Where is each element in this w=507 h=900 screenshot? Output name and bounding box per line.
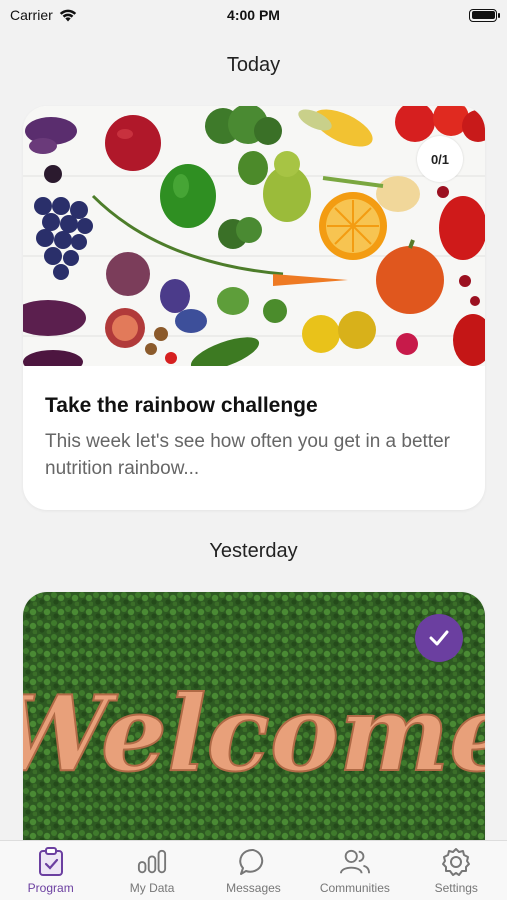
tab-messages[interactable]: Messages	[203, 847, 303, 895]
status-bar: Carrier 4:00 PM	[0, 0, 507, 30]
card-description: This week let's see how often you get in…	[45, 431, 450, 479]
tab-program[interactable]: Program	[1, 847, 101, 895]
section-label-yesterday: Yesterday	[209, 540, 298, 562]
tab-label-communities: Communities	[319, 881, 390, 895]
tab-communities[interactable]: Communities	[305, 847, 405, 895]
battery-icon	[469, 8, 500, 22]
progress-badge: 0/1	[417, 136, 463, 182]
people-icon	[339, 847, 370, 877]
tab-label-messages: Messages	[226, 881, 281, 895]
tab-bar: Program My Data Messages Communities Set…	[0, 840, 507, 900]
carrier-label: Carrier	[10, 7, 53, 23]
tab-my-data[interactable]: My Data	[102, 847, 202, 895]
tab-label-my-data: My Data	[129, 881, 175, 895]
welcome-sign-image: Welcome	[23, 592, 485, 872]
status-time: 4:00 PM	[227, 7, 280, 23]
clipboard-check-icon	[36, 847, 66, 877]
card-title: Take the rainbow challenge	[45, 394, 318, 417]
battery-fill	[471, 11, 495, 19]
challenge-card[interactable]: 0/1 Take the rainbow challenge This week…	[23, 106, 485, 510]
welcome-sign-text: Welcome	[23, 672, 485, 795]
welcome-card[interactable]: Welcome	[23, 592, 485, 872]
status-left: Carrier	[10, 7, 77, 23]
completed-check-badge	[415, 614, 463, 662]
wifi-icon	[59, 9, 76, 21]
bar-chart-icon	[137, 847, 167, 877]
gear-icon	[441, 847, 471, 877]
chat-bubble-icon	[238, 847, 268, 877]
checkmark-icon	[429, 630, 449, 646]
tab-label-settings: Settings	[434, 881, 478, 895]
tab-settings[interactable]: Settings	[406, 847, 506, 895]
tab-label-program: Program	[27, 881, 74, 895]
vegetables-image: 0/1	[23, 106, 485, 366]
section-label-today: Today	[226, 54, 281, 76]
